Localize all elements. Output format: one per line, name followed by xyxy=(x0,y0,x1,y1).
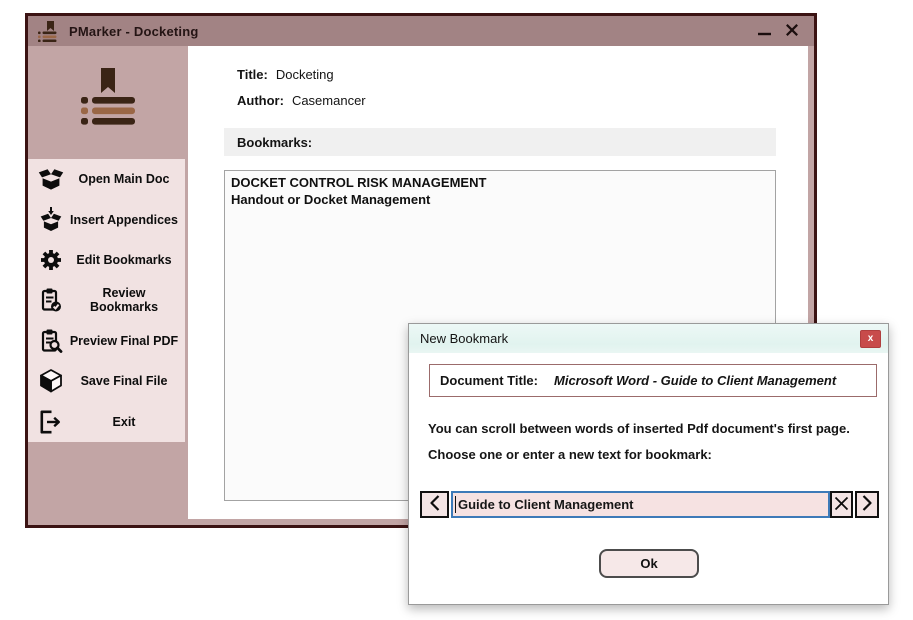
bookmark-list-item[interactable]: DOCKET CONTROL RISK MANAGEMENT xyxy=(231,175,769,192)
x-icon xyxy=(834,496,849,514)
bookmark-list-logo-icon xyxy=(81,68,135,133)
gear-icon xyxy=(35,247,67,273)
next-word-button[interactable] xyxy=(855,491,879,518)
sidebar-item-label: Exit xyxy=(67,415,185,429)
box-insert-arrow-icon xyxy=(35,207,67,233)
dialog-title: New Bookmark xyxy=(420,331,508,346)
sidebar-item-preview-final-pdf[interactable]: Preview Final PDF xyxy=(28,321,185,361)
sidebar: Open Main Doc Insert App xyxy=(28,46,188,525)
sidebar-item-exit[interactable]: Exit xyxy=(28,402,185,442)
sidebar-item-label: Open Main Doc xyxy=(67,172,185,186)
clipboard-check-icon xyxy=(35,287,67,313)
sidebar-logo xyxy=(28,68,188,133)
minimize-button[interactable] xyxy=(750,18,778,44)
sidebar-item-edit-bookmarks[interactable]: Edit Bookmarks xyxy=(28,240,185,280)
sidebar-item-review-bookmarks[interactable]: Review Bookmarks xyxy=(28,280,185,320)
sidebar-nav-panel: Open Main Doc Insert App xyxy=(28,159,185,442)
bookmarks-header: Bookmarks: xyxy=(224,128,776,156)
title-label: Title: xyxy=(237,67,268,82)
title-value: Docketing xyxy=(276,67,334,82)
sidebar-item-label: Insert Appendices xyxy=(67,213,185,227)
bookmark-text-field-frame xyxy=(451,491,830,518)
document-title-box: Document Title: Microsoft Word - Guide t… xyxy=(429,364,877,397)
sidebar-item-label: Preview Final PDF xyxy=(67,334,185,348)
sidebar-item-insert-appendices[interactable]: Insert Appendices xyxy=(28,199,185,239)
author-value: Casemancer xyxy=(292,93,366,108)
choose-hint-text: Choose one or enter a new text for bookm… xyxy=(428,447,712,462)
exit-door-icon xyxy=(35,409,67,435)
sidebar-item-label: Edit Bookmarks xyxy=(67,253,185,267)
document-title-label: Document Title: xyxy=(440,373,538,388)
bookmark-list-item[interactable]: Handout or Docket Management xyxy=(231,192,769,209)
sidebar-item-label: Review Bookmarks xyxy=(67,286,185,314)
sidebar-item-label: Save Final File xyxy=(67,374,185,388)
bookmark-text-input[interactable] xyxy=(456,493,828,516)
sidebar-item-save-final-file[interactable]: Save Final File xyxy=(28,361,185,401)
new-bookmark-dialog: New Bookmark x Document Title: Microsoft… xyxy=(408,323,889,605)
minimize-icon xyxy=(758,24,771,39)
app-logo-icon xyxy=(36,20,58,42)
ok-button[interactable]: Ok xyxy=(599,549,699,578)
close-button[interactable] xyxy=(778,18,806,44)
dialog-titlebar[interactable]: New Bookmark x xyxy=(409,324,888,353)
window-titlebar[interactable]: PMarker - Docketing xyxy=(28,16,814,46)
bookmark-word-nav xyxy=(420,491,879,518)
clipboard-magnifier-icon xyxy=(35,328,67,354)
cube-icon xyxy=(35,368,67,394)
author-label: Author: xyxy=(237,93,284,108)
clear-text-button[interactable] xyxy=(830,491,853,518)
scroll-hint-text: You can scroll between words of inserted… xyxy=(428,421,850,436)
close-icon xyxy=(786,24,798,39)
chevron-left-icon xyxy=(428,494,442,515)
document-title-value: Microsoft Word - Guide to Client Managem… xyxy=(554,373,836,388)
bookmarks-label: Bookmarks: xyxy=(237,135,312,150)
desktop: PMarker - Docketing xyxy=(0,0,913,620)
window-title: PMarker - Docketing xyxy=(69,24,199,39)
previous-word-button[interactable] xyxy=(420,491,449,518)
open-box-icon xyxy=(35,166,67,192)
dialog-close-button[interactable]: x xyxy=(860,330,881,348)
title-line: Title: Docketing xyxy=(237,67,334,82)
author-line: Author: Casemancer xyxy=(237,93,366,108)
chevron-right-icon xyxy=(860,494,874,515)
sidebar-item-open-main-doc[interactable]: Open Main Doc xyxy=(28,159,185,199)
